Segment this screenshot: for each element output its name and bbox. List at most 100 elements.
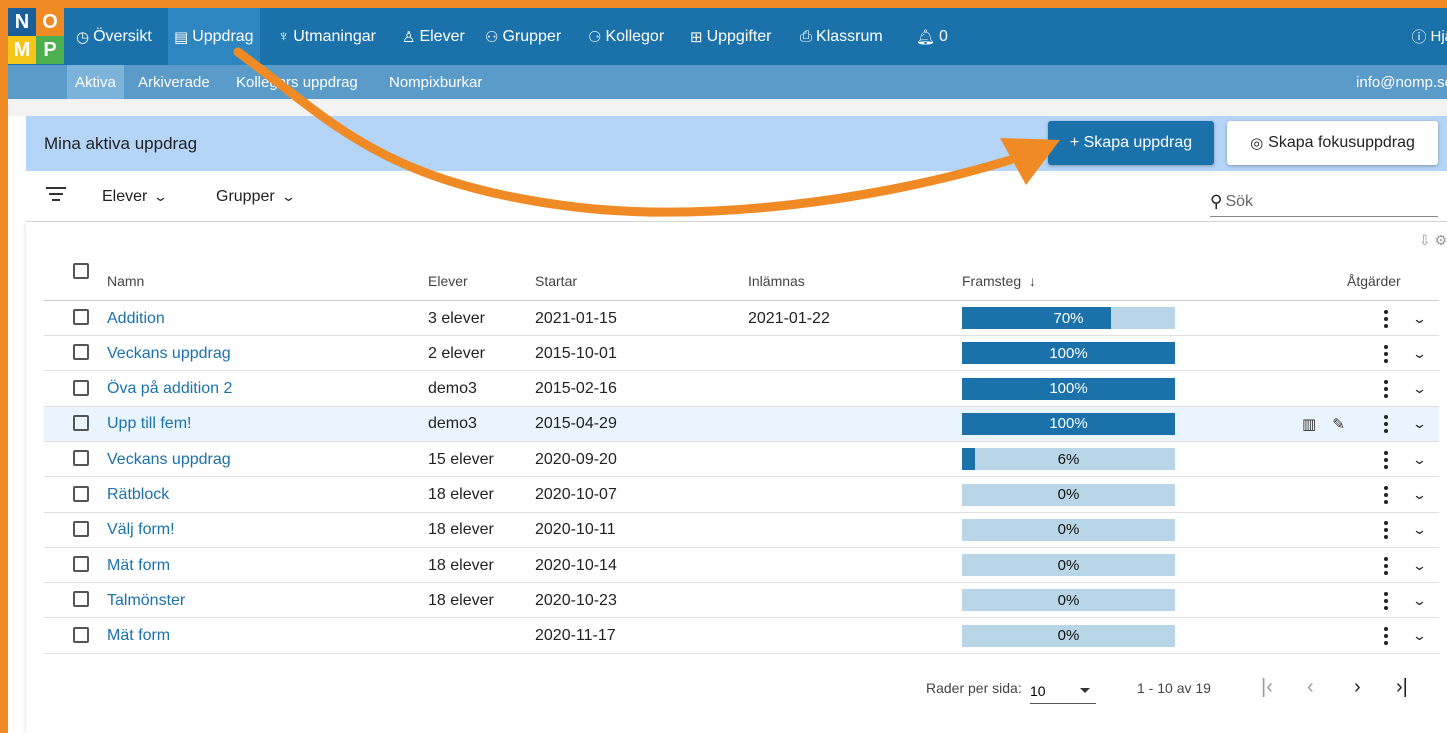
table-row[interactable]: Mät form 2020-11-17 0% ⌄: [44, 619, 1439, 654]
edit-icon[interactable]: ✎: [1332, 415, 1345, 433]
filter-bar: Elever ⌄ Grupper ⌄ ⚲ Sök: [26, 171, 1447, 222]
help-link[interactable]: ⓘ Hjä: [1411, 8, 1447, 65]
assignment-name-link[interactable]: Mät form: [107, 619, 170, 654]
more-options-icon[interactable]: [1380, 619, 1392, 654]
students-filter-dropdown[interactable]: Elever ⌄: [102, 171, 168, 222]
row-checkbox[interactable]: [73, 450, 89, 467]
next-page-icon[interactable]: ›: [1354, 676, 1361, 699]
row-checkbox[interactable]: [73, 344, 89, 361]
nav-item-klassrum[interactable]: ⎙ Klassrum: [794, 8, 889, 65]
select-all-checkbox[interactable]: [73, 263, 89, 279]
expand-row-chevron-icon[interactable]: ⌄: [1412, 583, 1427, 618]
assignment-name-link[interactable]: Upp till fem!: [107, 407, 191, 442]
more-options-icon[interactable]: [1380, 407, 1392, 442]
start-date-cell: 2020-09-20: [535, 450, 617, 468]
groups-filter-dropdown[interactable]: Grupper ⌄: [216, 171, 296, 222]
progress-label: 6%: [1057, 450, 1080, 468]
table-row[interactable]: Addition 3 elever 2021-01-15 2021-01-22 70% ⌄: [44, 301, 1439, 336]
table-row[interactable]: Rätblock 18 elever 2020-10-07 0% ⌄: [44, 478, 1439, 513]
expand-row-chevron-icon[interactable]: ⌄: [1412, 513, 1427, 548]
start-date-cell: 2020-10-07: [535, 486, 617, 503]
last-page-icon[interactable]: ›|: [1396, 676, 1408, 699]
rows-per-page-select[interactable]: 10: [1030, 678, 1096, 704]
column-header-due[interactable]: Inlämnas: [748, 273, 805, 289]
table-row[interactable]: Öva på addition 2 demo3 2015-02-16 100% ⌄: [44, 372, 1439, 407]
expand-row-chevron-icon[interactable]: ⌄: [1412, 442, 1427, 477]
user-email[interactable]: info@nomp.se: [1356, 65, 1447, 99]
more-options-icon[interactable]: [1380, 548, 1392, 583]
table-row[interactable]: Veckans uppdrag 15 elever 2020-09-20 6% ⌄: [44, 442, 1439, 478]
row-checkbox[interactable]: [73, 591, 89, 608]
settings-icon[interactable]: ⚙: [1434, 232, 1447, 248]
column-header-actions: Åtgärder: [1347, 273, 1401, 289]
subnav-aktiva[interactable]: Aktiva: [67, 65, 124, 99]
nomp-logo[interactable]: N O M P: [8, 8, 64, 65]
grid-icon: ⊞: [690, 28, 703, 46]
create-assignment-button[interactable]: + Skapa uppdrag: [1048, 121, 1214, 165]
column-header-name[interactable]: Namn: [107, 273, 144, 289]
table-row[interactable]: Veckans uppdrag 2 elever 2015-10-01 100% ⌄: [44, 336, 1439, 372]
nav-item-oversikt[interactable]: ◷ Översikt: [70, 8, 158, 65]
row-checkbox[interactable]: [73, 485, 89, 502]
assignment-name-link[interactable]: Veckans uppdrag: [107, 336, 231, 371]
assignment-name-link[interactable]: Addition: [107, 301, 165, 336]
more-options-icon[interactable]: [1380, 372, 1392, 407]
expand-row-chevron-icon[interactable]: ⌄: [1412, 301, 1427, 336]
expand-row-chevron-icon[interactable]: ⌄: [1412, 548, 1427, 583]
row-checkbox[interactable]: [73, 309, 89, 325]
row-checkbox[interactable]: [73, 556, 89, 573]
create-focus-assignment-button[interactable]: ◎ Skapa fokusuppdrag: [1227, 121, 1438, 165]
first-page-icon[interactable]: |‹: [1261, 676, 1273, 699]
column-header-starts[interactable]: Startar: [535, 273, 577, 289]
page-title: Mina aktiva uppdrag: [44, 133, 198, 153]
classroom-icon: ⎙: [800, 28, 813, 45]
table-row[interactable]: Upp till fem! demo3 2015-04-29 100% ▥ ✎ ⌄: [44, 406, 1439, 442]
download-icon[interactable]: ⇩: [1419, 232, 1431, 248]
nav-item-utmaningar[interactable]: ♆ Utmaningar: [272, 8, 382, 65]
assignment-name-link[interactable]: Välj form!: [107, 513, 175, 548]
notifications[interactable]: 🔔︎ 0: [910, 8, 954, 65]
nav-item-uppgifter[interactable]: ⊞ Uppgifter: [684, 8, 778, 65]
more-options-icon[interactable]: [1380, 478, 1392, 513]
progress-header-label: Framsteg: [962, 273, 1022, 289]
assignment-name-link[interactable]: Öva på addition 2: [107, 372, 232, 407]
assignment-name-link[interactable]: Mät form: [107, 548, 170, 583]
nav-item-grupper[interactable]: ⚇ Grupper: [479, 8, 567, 65]
nav-item-elever[interactable]: ♙ Elever: [396, 8, 471, 65]
table-row[interactable]: Välj form! 18 elever 2020-10-11 0% ⌄: [44, 513, 1439, 548]
assignment-name-link[interactable]: Talmönster: [107, 583, 185, 618]
nav-item-kollegor[interactable]: ⚆ Kollegor: [582, 8, 670, 65]
more-options-icon[interactable]: [1380, 442, 1392, 477]
more-options-icon[interactable]: [1380, 513, 1392, 548]
statistics-icon[interactable]: ▥: [1302, 415, 1316, 433]
expand-row-chevron-icon[interactable]: ⌄: [1412, 336, 1427, 371]
subnav-nompixburkar[interactable]: Nompixburkar: [381, 65, 490, 99]
subnav-arkiverade[interactable]: Arkiverade: [130, 65, 218, 99]
nav-item-uppdrag[interactable]: ▤ Uppdrag: [168, 8, 260, 65]
more-options-icon[interactable]: [1380, 583, 1392, 618]
table-row[interactable]: Talmönster 18 elever 2020-10-23 0% ⌄: [44, 583, 1439, 619]
expand-row-chevron-icon[interactable]: ⌄: [1412, 478, 1427, 513]
column-header-progress[interactable]: Framsteg ↓: [962, 273, 1036, 289]
progress-label: 0%: [1057, 591, 1080, 609]
search-input[interactable]: Sök: [1225, 193, 1253, 211]
more-options-icon[interactable]: [1380, 301, 1392, 336]
assignment-name-link[interactable]: Rätblock: [107, 478, 169, 513]
assignment-name-link[interactable]: Veckans uppdrag: [107, 442, 231, 477]
nav-item-label: Kollegor: [605, 27, 665, 45]
more-options-icon[interactable]: [1380, 336, 1392, 371]
row-checkbox[interactable]: [73, 520, 89, 537]
row-checkbox[interactable]: [73, 379, 89, 396]
previous-page-icon[interactable]: ‹: [1307, 676, 1314, 699]
column-header-students[interactable]: Elever: [428, 273, 468, 289]
dropdown-triangle-icon: [1080, 688, 1090, 693]
expand-row-chevron-icon[interactable]: ⌄: [1412, 372, 1427, 407]
filter-icon[interactable]: [46, 187, 66, 205]
row-checkbox[interactable]: [73, 626, 89, 643]
expand-row-chevron-icon[interactable]: ⌄: [1412, 407, 1427, 442]
table-row[interactable]: Mät form 18 elever 2020-10-14 0% ⌄: [44, 548, 1439, 584]
expand-row-chevron-icon[interactable]: ⌄: [1412, 619, 1427, 654]
row-checkbox[interactable]: [73, 414, 89, 431]
search-field[interactable]: ⚲ Sök: [1210, 187, 1438, 217]
subnav-kollegors-uppdrag[interactable]: Kollegors uppdrag: [228, 65, 366, 99]
